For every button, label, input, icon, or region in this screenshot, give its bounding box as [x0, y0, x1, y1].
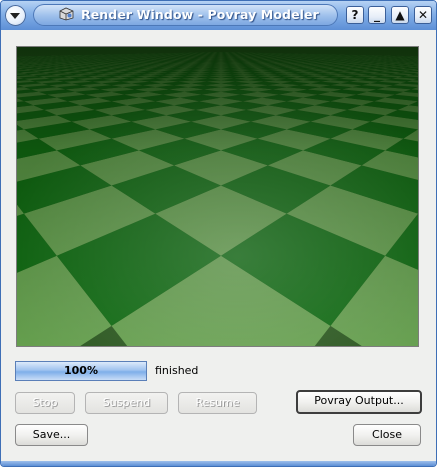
povray-output-button[interactable]: Povray Output...: [296, 390, 422, 414]
window-bottom-border: [1, 461, 436, 466]
render-status: finished: [155, 364, 199, 377]
maximize-icon[interactable]: ▲: [391, 6, 409, 24]
progress-bar: 100%: [15, 361, 147, 381]
povray-app-icon: [59, 7, 74, 21]
render-window: Render Window - Povray Modeler ? _ ▲ ✕ 1…: [0, 0, 437, 467]
suspend-button[interactable]: Suspend: [85, 392, 168, 414]
stop-button[interactable]: Stop: [15, 392, 75, 414]
resume-button[interactable]: Resume: [178, 392, 257, 414]
close-icon[interactable]: ✕: [414, 6, 432, 24]
title-pill: Render Window - Povray Modeler: [33, 4, 338, 26]
minimize-icon[interactable]: _: [368, 6, 386, 24]
title-bar[interactable]: Render Window - Povray Modeler ? _ ▲ ✕: [1, 1, 436, 30]
progress-label: 100%: [64, 364, 98, 377]
save-button[interactable]: Save...: [15, 424, 88, 446]
window-menu-icon[interactable]: [5, 5, 26, 26]
window-title: Render Window - Povray Modeler: [81, 7, 319, 22]
help-icon[interactable]: ?: [346, 6, 364, 24]
render-image: [16, 46, 419, 347]
close-button[interactable]: Close: [353, 424, 421, 446]
